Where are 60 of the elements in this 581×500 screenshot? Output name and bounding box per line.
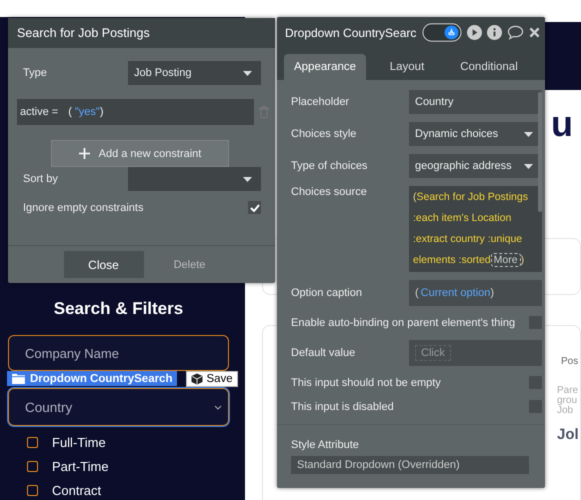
folder-icon [12, 373, 25, 384]
expression-field[interactable]: ( Current option) [409, 280, 542, 306]
close-icon[interactable] [529, 27, 540, 38]
comment-icon[interactable] [507, 25, 524, 40]
add-constraint-button[interactable]: Add a new constraint [51, 140, 229, 167]
checkbox-label: Ignore empty constraints [23, 202, 144, 214]
type-dropdown[interactable]: Job Posting [128, 61, 261, 85]
page-heading: u [551, 106, 574, 142]
checkbox[interactable] [529, 376, 542, 389]
expression-field[interactable]: (Search for Job Postings :each item's Location :extract country :unique elements :sorted More ) [409, 186, 542, 272]
job-type-label: Part-Time [52, 459, 109, 474]
field-label: Choices style [291, 128, 356, 140]
caret-icon [524, 132, 533, 136]
checkbox-label: This input should not be empty [291, 376, 441, 388]
cube-icon [191, 372, 204, 384]
checkbox[interactable] [248, 201, 261, 214]
constraint-field[interactable]: active = ( "yes") [17, 99, 254, 125]
caret-icon [243, 176, 252, 182]
checkbox[interactable] [529, 400, 542, 413]
element-tag[interactable]: Dropdown CountrySearch [7, 371, 178, 386]
caret-icon [243, 70, 252, 76]
field-label: Choices source [291, 186, 367, 198]
field-label: Type of choices [291, 160, 368, 172]
checkbox[interactable] [27, 461, 38, 472]
more-button[interactable]: More [490, 253, 521, 267]
header-band [545, 22, 581, 90]
field-label: Placeholder [291, 96, 350, 108]
tab[interactable]: Layout [366, 54, 448, 80]
checkbox[interactable] [27, 437, 38, 448]
field-label: Default value [291, 347, 356, 359]
tab[interactable]: Appearance [284, 54, 366, 80]
plus-icon [78, 148, 90, 159]
field-label: Type [23, 67, 47, 79]
sidebar-heading: Search & Filters [52, 299, 184, 319]
caret-icon [524, 164, 533, 168]
close-button[interactable]: Close [64, 251, 144, 278]
tab[interactable]: Conditional [448, 54, 530, 80]
checkbox-label: Enable auto-binding on parent element's thing [291, 316, 516, 328]
job-type-label: Contract [52, 483, 102, 498]
job-type-label: Full-Time [52, 435, 106, 450]
chevron-down-icon [214, 404, 222, 410]
card-text: Pare grou Job [557, 386, 580, 416]
toggle-switch[interactable] [422, 23, 462, 42]
checkbox[interactable] [27, 485, 38, 496]
field-label: Sort by [23, 173, 58, 185]
style-dropdown[interactable]: Standard Dropdown (Overridden) [291, 456, 529, 474]
dialog-title: Search for Job Postings [8, 18, 275, 48]
card-label: Pos [561, 356, 580, 367]
company-name-field[interactable]: Company Name [8, 335, 229, 371]
field-label: Style Attribute [291, 439, 360, 451]
card-title: Jol [557, 426, 580, 443]
placeholder-field[interactable]: Country [409, 90, 542, 114]
save-button[interactable]: Save [186, 370, 238, 386]
checkbox-label: This input is disabled [291, 400, 394, 412]
checkbox[interactable] [529, 316, 542, 329]
field-label: Option caption [291, 287, 362, 299]
play-icon[interactable] [467, 25, 482, 40]
editor-title: Dropdown CountrySearc [285, 26, 417, 40]
country-dropdown[interactable]: Country [8, 388, 229, 426]
info-icon[interactable] [487, 25, 502, 40]
